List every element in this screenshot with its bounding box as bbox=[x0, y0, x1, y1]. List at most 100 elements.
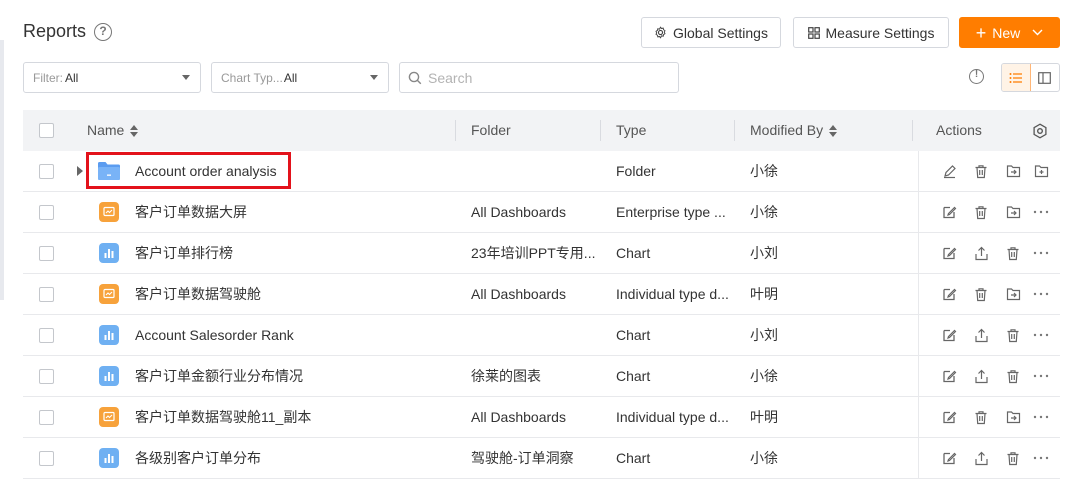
new-button[interactable]: + New bbox=[959, 17, 1060, 48]
reports-table: Name Folder Type Modified By Actions Acc… bbox=[23, 110, 1060, 479]
table-row[interactable]: Account order analysis Folder 小徐 bbox=[23, 151, 1060, 192]
page-title: Reports bbox=[23, 21, 87, 41]
expand-arrow-icon[interactable] bbox=[77, 166, 83, 176]
table-row[interactable]: 客户订单数据驾驶舱 All Dashboards Individual type d… bbox=[23, 274, 1060, 315]
move-icon[interactable] bbox=[1005, 409, 1021, 425]
row-folder: 徐莱的图表 bbox=[471, 368, 541, 384]
chart-icon bbox=[99, 366, 119, 386]
delete-icon[interactable] bbox=[1005, 450, 1021, 466]
share-icon[interactable] bbox=[973, 450, 989, 466]
row-checkbox[interactable] bbox=[39, 287, 54, 302]
row-checkbox[interactable] bbox=[39, 164, 54, 179]
move-icon[interactable] bbox=[1005, 204, 1021, 220]
column-name-label: Name bbox=[87, 122, 125, 138]
delete-icon[interactable] bbox=[1005, 245, 1021, 261]
row-modified-by: 叶明 bbox=[750, 286, 778, 302]
row-modified-by: 小徐 bbox=[750, 450, 778, 466]
row-checkbox[interactable] bbox=[39, 451, 54, 466]
row-folder: 23年培训PPT专用... bbox=[471, 245, 596, 261]
table-row[interactable]: 各级别客户订单分布 驾驶舱-订单洞察 Chart 小徐 bbox=[23, 438, 1060, 479]
rename-icon[interactable] bbox=[941, 163, 957, 179]
column-actions-header: Actions bbox=[936, 122, 982, 138]
row-name[interactable]: Account Salesorder Rank bbox=[135, 315, 445, 355]
caret-down-icon bbox=[182, 75, 190, 80]
measure-settings-label: Measure Settings bbox=[825, 24, 935, 41]
row-checkbox[interactable] bbox=[39, 369, 54, 384]
share-icon[interactable] bbox=[973, 245, 989, 261]
card-view-button[interactable] bbox=[1031, 64, 1059, 91]
delete-icon[interactable] bbox=[973, 409, 989, 425]
table-row[interactable]: Account Salesorder Rank Chart 小刘 bbox=[23, 315, 1060, 356]
row-name[interactable]: 客户订单数据大屏 bbox=[135, 192, 445, 232]
filter-select[interactable]: Filter: All bbox=[23, 62, 201, 93]
row-checkbox[interactable] bbox=[39, 246, 54, 261]
share-icon[interactable] bbox=[973, 368, 989, 384]
search-input[interactable] bbox=[428, 69, 658, 86]
panel-icon bbox=[1038, 71, 1052, 84]
more-icon[interactable] bbox=[1033, 204, 1049, 220]
row-name[interactable]: 客户订单数据驾驶舱11_副本 bbox=[135, 397, 445, 437]
caret-down-icon bbox=[370, 75, 378, 80]
actions-divider bbox=[918, 397, 919, 437]
filter-label: Filter: bbox=[33, 70, 63, 85]
list-view-button[interactable] bbox=[1002, 64, 1031, 91]
delete-icon[interactable] bbox=[973, 163, 989, 179]
table-header: Name Folder Type Modified By Actions bbox=[23, 110, 1060, 151]
delete-icon[interactable] bbox=[1005, 368, 1021, 384]
column-separator bbox=[912, 120, 913, 141]
row-checkbox[interactable] bbox=[39, 410, 54, 425]
move-icon[interactable] bbox=[1005, 163, 1021, 179]
search-box[interactable] bbox=[399, 62, 679, 93]
global-settings-button[interactable]: Global Settings bbox=[641, 17, 781, 48]
more-icon[interactable] bbox=[1033, 450, 1049, 466]
edit-icon[interactable] bbox=[941, 204, 957, 220]
edit-icon[interactable] bbox=[941, 286, 957, 302]
edit-icon[interactable] bbox=[941, 368, 957, 384]
column-type-header: Type bbox=[616, 122, 647, 138]
share-icon[interactable] bbox=[973, 327, 989, 343]
edit-icon[interactable] bbox=[941, 450, 957, 466]
info-icon[interactable] bbox=[969, 69, 984, 84]
new-folder-icon[interactable] bbox=[1033, 163, 1049, 179]
delete-icon[interactable] bbox=[1005, 327, 1021, 343]
move-icon[interactable] bbox=[1005, 286, 1021, 302]
delete-icon[interactable] bbox=[973, 286, 989, 302]
page-header: Reports ? Global Settings Measure Settin… bbox=[23, 17, 1060, 49]
row-name[interactable]: 客户订单排行榜 bbox=[135, 233, 445, 273]
sort-icon[interactable] bbox=[130, 125, 139, 138]
select-all-checkbox[interactable] bbox=[39, 123, 54, 138]
row-name[interactable]: 客户订单金额行业分布情况 bbox=[135, 356, 445, 396]
more-icon[interactable] bbox=[1033, 286, 1049, 302]
column-name-header[interactable]: Name bbox=[87, 110, 139, 151]
edit-icon[interactable] bbox=[941, 327, 957, 343]
dashboard-icon bbox=[99, 284, 119, 304]
row-checkbox[interactable] bbox=[39, 328, 54, 343]
edit-icon[interactable] bbox=[941, 245, 957, 261]
delete-icon[interactable] bbox=[973, 204, 989, 220]
question-circle-icon[interactable]: ? bbox=[94, 23, 112, 41]
row-name[interactable]: 客户订单数据驾驶舱 bbox=[135, 274, 445, 314]
table-row[interactable]: 客户订单数据大屏 All Dashboards Enterprise type ..… bbox=[23, 192, 1060, 233]
chevron-down-icon bbox=[1032, 29, 1043, 36]
chart-icon bbox=[99, 243, 119, 263]
more-icon[interactable] bbox=[1033, 327, 1049, 343]
more-icon[interactable] bbox=[1033, 245, 1049, 261]
more-icon[interactable] bbox=[1033, 409, 1049, 425]
edit-icon[interactable] bbox=[941, 409, 957, 425]
chart-type-select[interactable]: Chart Typ... All bbox=[211, 62, 389, 93]
row-checkbox[interactable] bbox=[39, 205, 54, 220]
row-folder: All Dashboards bbox=[471, 409, 566, 425]
global-settings-label: Global Settings bbox=[673, 24, 768, 41]
table-row[interactable]: 客户订单排行榜 23年培训PPT专用... Chart 小刘 bbox=[23, 233, 1060, 274]
table-row[interactable]: 客户订单金额行业分布情况 徐莱的图表 Chart 小徐 bbox=[23, 356, 1060, 397]
column-settings-icon[interactable] bbox=[1032, 123, 1048, 139]
measure-settings-button[interactable]: Measure Settings bbox=[793, 17, 949, 48]
column-modified-by-header[interactable]: Modified By bbox=[750, 110, 838, 151]
sort-icon[interactable] bbox=[829, 125, 838, 138]
table-row[interactable]: 客户订单数据驾驶舱11_副本 All Dashboards Individual t… bbox=[23, 397, 1060, 438]
more-icon[interactable] bbox=[1033, 368, 1049, 384]
row-folder: All Dashboards bbox=[471, 286, 566, 302]
row-modified-by: 小徐 bbox=[750, 163, 778, 179]
row-name[interactable]: 各级别客户订单分布 bbox=[135, 438, 445, 478]
search-icon bbox=[408, 71, 422, 84]
